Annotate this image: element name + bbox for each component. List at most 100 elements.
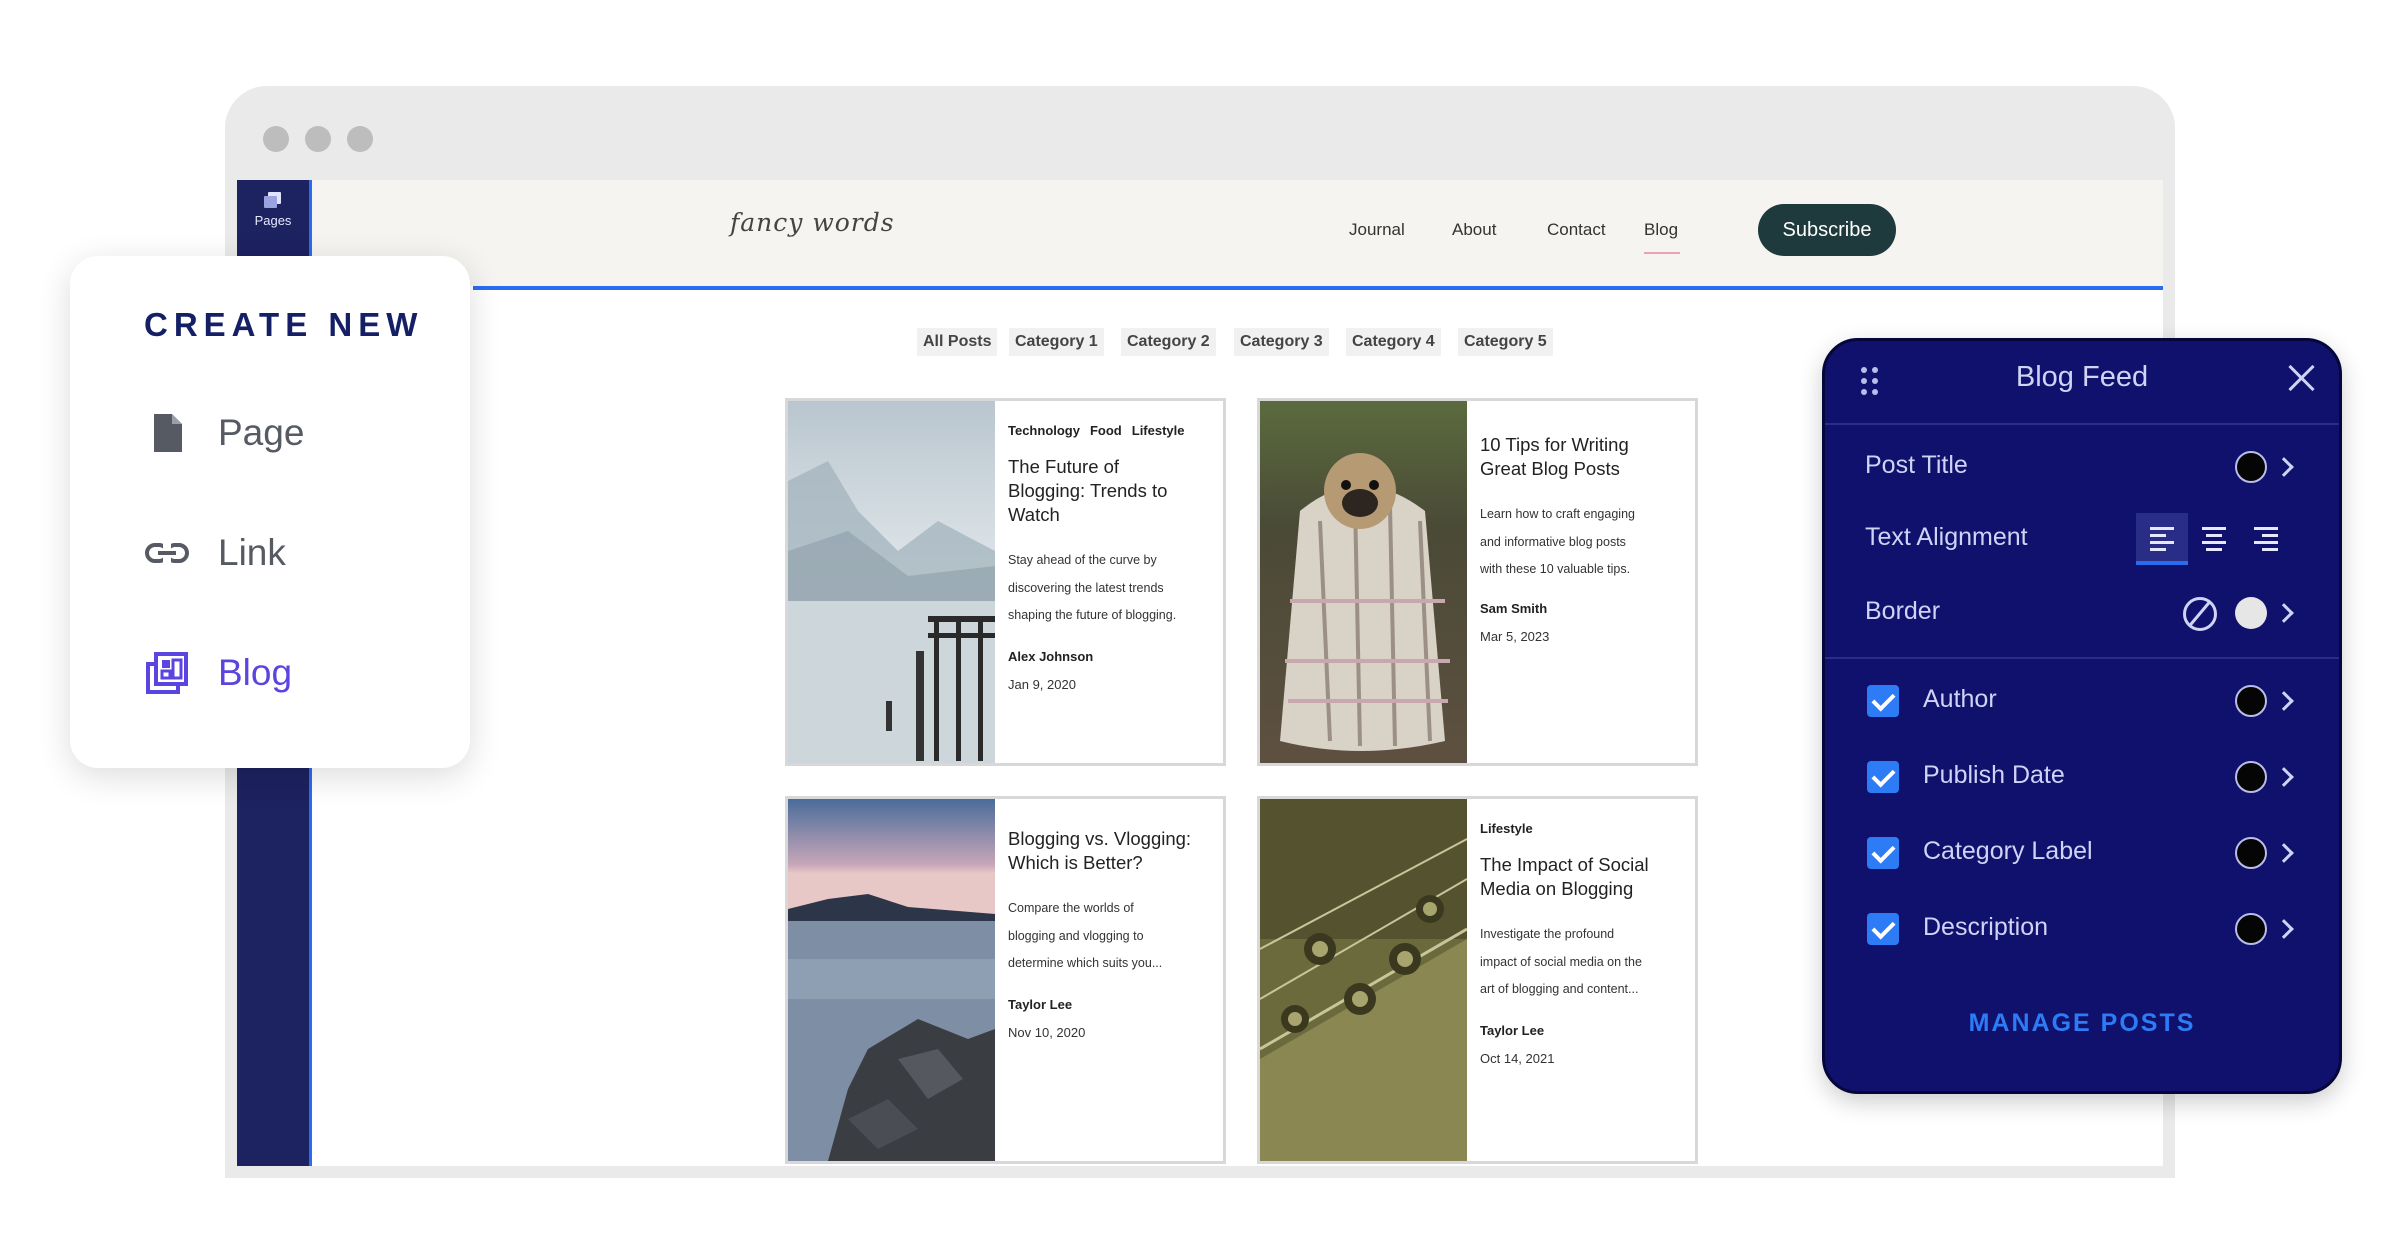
post-image-rocky-shore bbox=[788, 799, 995, 1161]
post-title-line: The Future of bbox=[1008, 456, 1120, 477]
create-blog-label: Blog bbox=[218, 652, 293, 693]
post-author: Taylor Lee bbox=[1008, 997, 1073, 1012]
align-right-button[interactable] bbox=[2240, 513, 2292, 565]
category-1[interactable]: Category 1 bbox=[1009, 328, 1104, 356]
pages-tab[interactable]: Pages bbox=[237, 180, 309, 274]
create-page-item[interactable]: Page bbox=[144, 402, 444, 462]
chevron-right-icon[interactable] bbox=[2274, 767, 2294, 787]
post-description-line: art of blogging and content... bbox=[1480, 982, 1639, 996]
post-description-line: Learn how to craft engaging bbox=[1480, 507, 1635, 521]
category-3[interactable]: Category 3 bbox=[1234, 328, 1329, 356]
post-image-pug-blanket bbox=[1260, 401, 1467, 763]
category-label-checkbox[interactable] bbox=[1867, 837, 1899, 869]
post-tags: Lifestyle bbox=[1480, 821, 1543, 836]
publish-date-color-swatch[interactable] bbox=[2235, 761, 2267, 793]
post-title-color-swatch[interactable] bbox=[2235, 451, 2267, 483]
post-description-line: discovering the latest trends bbox=[1008, 580, 1164, 595]
post-title[interactable]: 10 Tips for Writing Great Blog Posts bbox=[1480, 433, 1629, 481]
post-author: Sam Smith bbox=[1480, 601, 1548, 616]
post-description-line: impact of social media on the bbox=[1480, 954, 1642, 969]
nav-about[interactable]: About bbox=[1452, 220, 1496, 240]
nav-contact[interactable]: Contact bbox=[1547, 220, 1606, 240]
post-description-line: Investigate the profound bbox=[1480, 927, 1615, 941]
link-icon bbox=[145, 543, 189, 563]
post-description: Compare the worlds of blogging and vlogg… bbox=[1008, 895, 1162, 978]
post-title-line: Blogging vs. Vlogging: bbox=[1008, 828, 1192, 849]
post-title-line: Great Blog Posts bbox=[1480, 458, 1620, 479]
window-close-dot[interactable] bbox=[263, 126, 289, 152]
category-4[interactable]: Category 4 bbox=[1346, 328, 1441, 356]
post-title-line: Blogging: Trends to bbox=[1008, 480, 1168, 501]
create-link-item[interactable]: Link bbox=[144, 522, 444, 582]
blog-post-card[interactable]: Blogging vs. Vlogging: Which is Better? … bbox=[785, 796, 1226, 1164]
blog-post-card[interactable]: Lifestyle The Impact of Social Media on … bbox=[1257, 796, 1698, 1164]
create-page-label: Page bbox=[218, 412, 305, 453]
post-image-guitar-headstock bbox=[1260, 799, 1467, 1161]
blog-post-card[interactable]: Technology Food Lifestyle The Future of Bl… bbox=[785, 398, 1226, 766]
post-image-misty-lake bbox=[788, 401, 995, 763]
post-description-line: blogging and vlogging to bbox=[1008, 928, 1144, 943]
window-minimize-dot[interactable] bbox=[305, 126, 331, 152]
text-alignment-label: Text Alignment bbox=[1865, 523, 2028, 551]
post-title[interactable]: Blogging vs. Vlogging: Which is Better? bbox=[1008, 827, 1191, 875]
post-title-line: Which is Better? bbox=[1008, 852, 1143, 873]
create-link-label: Link bbox=[218, 532, 286, 573]
create-new-menu: CREATE NEW Page Link Blog bbox=[70, 256, 470, 768]
create-blog-item[interactable]: Blog bbox=[144, 642, 444, 702]
site-header: fancy words Journal About Contact Blog S… bbox=[312, 180, 2163, 286]
post-description-line: and informative blog posts bbox=[1480, 534, 1626, 549]
post-title[interactable]: The Impact of Social Media on Blogging bbox=[1480, 853, 1649, 901]
post-tag[interactable]: Food bbox=[1090, 423, 1122, 438]
post-description: Stay ahead of the curve by discovering t… bbox=[1008, 547, 1176, 630]
post-title[interactable]: The Future of Blogging: Trends to Watch bbox=[1008, 455, 1167, 527]
border-color-swatch[interactable] bbox=[2235, 597, 2267, 629]
border-label: Border bbox=[1865, 597, 1941, 625]
post-title-line: Media on Blogging bbox=[1480, 878, 1634, 899]
window-maximize-dot[interactable] bbox=[347, 126, 373, 152]
post-title-line: Watch bbox=[1008, 504, 1060, 525]
pages-tab-label: Pages bbox=[254, 213, 292, 228]
post-description: Learn how to craft engaging and informat… bbox=[1480, 501, 1635, 584]
subscribe-button[interactable]: Subscribe bbox=[1758, 204, 1896, 256]
description-toggle-label: Description bbox=[1923, 913, 2049, 941]
post-tag[interactable]: Lifestyle bbox=[1480, 821, 1533, 836]
manage-posts-button[interactable]: MANAGE POSTS bbox=[1825, 1009, 2339, 1038]
post-date: Nov 10, 2020 bbox=[1008, 1025, 1086, 1040]
category-5[interactable]: Category 5 bbox=[1458, 328, 1553, 356]
chevron-right-icon[interactable] bbox=[2274, 843, 2294, 863]
post-description-line: shaping the future of blogging. bbox=[1008, 608, 1177, 622]
chevron-right-icon[interactable] bbox=[2274, 691, 2294, 711]
nav-journal[interactable]: Journal bbox=[1349, 220, 1405, 240]
header-selection-line bbox=[473, 286, 2163, 290]
blog-post-card[interactable]: 10 Tips for Writing Great Blog Posts Lea… bbox=[1257, 398, 1698, 766]
post-author: Taylor Lee bbox=[1480, 1023, 1545, 1038]
chevron-right-icon[interactable] bbox=[2274, 603, 2294, 623]
category-all-posts[interactable]: All Posts bbox=[917, 328, 998, 356]
no-border-icon[interactable] bbox=[2183, 597, 2217, 631]
post-tag[interactable]: Lifestyle bbox=[1132, 423, 1185, 438]
post-title-setting-label: Post Title bbox=[1865, 451, 1968, 479]
post-date: Mar 5, 2023 bbox=[1480, 629, 1550, 644]
post-description-line: Stay ahead of the curve by bbox=[1008, 553, 1157, 567]
author-color-swatch[interactable] bbox=[2235, 685, 2267, 717]
post-tag[interactable]: Technology bbox=[1008, 423, 1080, 438]
chevron-right-icon[interactable] bbox=[2274, 457, 2294, 477]
post-description-line: Compare the worlds of bbox=[1008, 901, 1134, 915]
publish-date-checkbox[interactable] bbox=[1867, 761, 1899, 793]
close-icon[interactable] bbox=[2285, 361, 2317, 393]
category-label-color-swatch[interactable] bbox=[2235, 837, 2267, 869]
description-checkbox[interactable] bbox=[1867, 913, 1899, 945]
nav-blog[interactable]: Blog bbox=[1644, 220, 1678, 240]
align-left-button[interactable] bbox=[2136, 513, 2188, 565]
blog-icon bbox=[146, 652, 188, 694]
category-2[interactable]: Category 2 bbox=[1121, 328, 1216, 356]
nav-active-underline bbox=[1644, 252, 1680, 254]
align-center-button[interactable] bbox=[2188, 513, 2240, 565]
chevron-right-icon[interactable] bbox=[2274, 919, 2294, 939]
post-description: Investigate the profound impact of socia… bbox=[1480, 921, 1642, 1004]
site-logo[interactable]: fancy words bbox=[730, 208, 895, 237]
author-checkbox[interactable] bbox=[1867, 685, 1899, 717]
pages-icon bbox=[264, 192, 282, 208]
description-color-swatch[interactable] bbox=[2235, 913, 2267, 945]
author-toggle-label: Author bbox=[1923, 685, 1997, 713]
